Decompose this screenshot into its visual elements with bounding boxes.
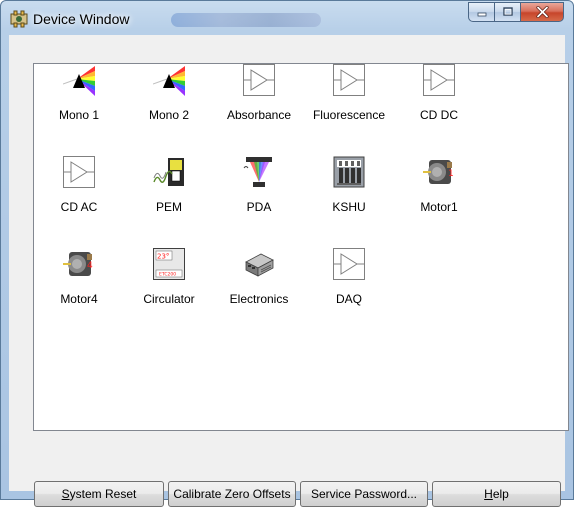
title-bar-glass [171,13,321,27]
circulator-model: ETC200 [159,272,176,278]
detector-triangle-icon [423,64,455,96]
device-mono2[interactable]: Mono 2 [124,64,214,134]
device-daq[interactable]: DAQ [304,248,394,318]
device-label: Motor1 [420,200,458,214]
device-label: Absorbance [226,108,292,122]
motor-icon: 1 [423,156,455,188]
electronics-icon [243,248,275,280]
mono2-icon [153,64,185,96]
service-password-button[interactable]: Service Password... [300,481,428,507]
maximize-button[interactable] [494,2,520,22]
detector-triangle-icon [333,64,365,96]
pem-icon [153,156,185,188]
system-reset-button[interactable]: System Reset [34,481,164,507]
detector-triangle-icon [333,248,365,280]
device-cd-dc[interactable]: CD DC [394,64,484,134]
device-motor1[interactable]: 1 Motor1 [394,156,484,226]
device-mono1[interactable]: Mono 1 [34,64,124,134]
device-label: PEM [155,200,182,214]
device-label: Electronics [229,292,289,306]
window-title: Device Window [33,11,130,27]
device-pda[interactable]: PDA [214,156,304,226]
title-bar[interactable]: Device Window [1,1,573,35]
device-kshu[interactable]: KSHU [304,156,394,226]
device-label: KSHU [332,200,366,214]
pda-icon [243,156,275,188]
device-label: CD AC [60,200,98,214]
device-label: Fluorescence [312,108,386,122]
device-absorbance[interactable]: Absorbance [214,64,304,134]
service-password-label: Service Password... [310,487,418,501]
device-label: Circulator [143,292,195,306]
close-icon [535,6,549,18]
device-window: Device Window Mono 1 Mono 2 Absorbance F… [0,0,574,507]
calibrate-zero-offsets-button[interactable]: Calibrate Zero Offsets [168,481,296,507]
calibrate-label: Calibrate Zero Offsets [173,487,291,501]
mono1-icon [63,64,95,96]
device-motor4[interactable]: 4 Motor4 [34,248,124,318]
motor-number: 1 [448,169,454,179]
help-label: elp [492,487,509,501]
device-circulator[interactable]: 23° ETC200 Circulator [124,248,214,318]
kshu-icon [333,156,365,188]
device-fluorescence[interactable]: Fluorescence [304,64,394,134]
device-label: PDA [246,200,272,214]
detector-triangle-icon [63,156,95,188]
device-electronics[interactable]: Electronics [214,248,304,318]
device-label: CD DC [420,108,458,122]
detector-triangle-icon [243,64,275,96]
circulator-temp: 23° [157,253,169,261]
minimize-button[interactable] [468,2,494,22]
device-window-icon [10,10,28,28]
caption-buttons [468,2,564,22]
device-label: Mono 1 [58,108,100,122]
maximize-icon [502,7,513,16]
motor-icon: 4 [63,248,95,280]
device-label: DAQ [335,292,362,306]
close-button[interactable] [520,2,564,22]
help-mnemonic: H [484,487,493,501]
circulator-icon: 23° ETC200 [153,248,185,280]
device-label: Motor4 [60,292,98,306]
minimize-icon [477,12,486,17]
system-reset-mnemonic: S [61,487,70,501]
device-pem[interactable]: PEM [124,156,214,226]
device-cd-ac[interactable]: CD AC [34,156,124,226]
help-button[interactable]: Help [432,481,561,507]
motor-number: 4 [87,261,93,271]
device-list-panel: Mono 1 Mono 2 Absorbance Fluorescence CD… [33,63,569,431]
device-label: Mono 2 [148,108,190,122]
dialog-body: Mono 1 Mono 2 Absorbance Fluorescence CD… [9,35,569,507]
system-reset-label: ystem Reset [69,487,137,501]
